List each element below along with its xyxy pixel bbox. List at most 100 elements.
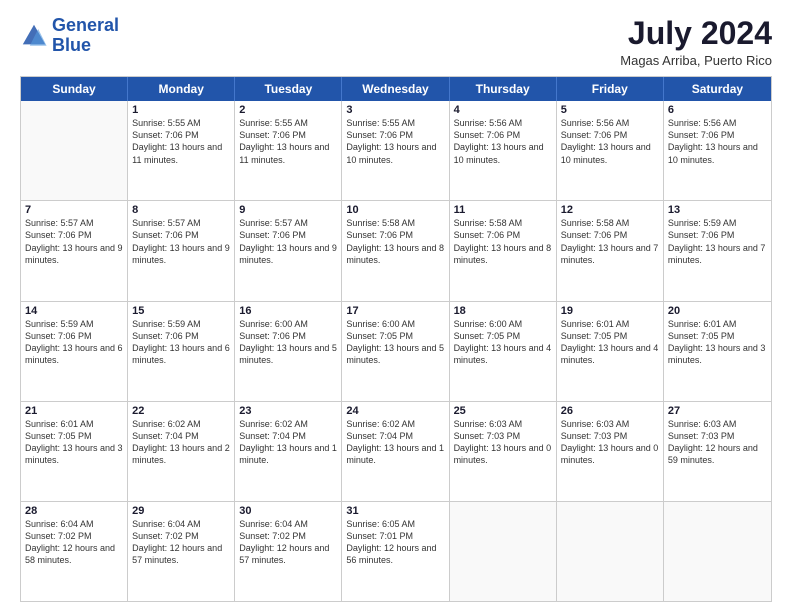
sunrise-text: Sunrise: 5:57 AM bbox=[132, 217, 230, 229]
header-day-wednesday: Wednesday bbox=[342, 77, 449, 101]
sunset-text: Sunset: 7:06 PM bbox=[132, 229, 230, 241]
sunrise-text: Sunrise: 5:55 AM bbox=[239, 117, 337, 129]
sunset-text: Sunset: 7:06 PM bbox=[561, 229, 659, 241]
sunrise-text: Sunrise: 6:01 AM bbox=[561, 318, 659, 330]
calendar-cell: 7Sunrise: 5:57 AMSunset: 7:06 PMDaylight… bbox=[21, 201, 128, 300]
logo-line1: General bbox=[52, 15, 119, 35]
sunrise-text: Sunrise: 5:57 AM bbox=[239, 217, 337, 229]
sunset-text: Sunset: 7:03 PM bbox=[561, 430, 659, 442]
logo: General Blue bbox=[20, 16, 119, 56]
sunset-text: Sunset: 7:06 PM bbox=[346, 229, 444, 241]
calendar-cell: 28Sunrise: 6:04 AMSunset: 7:02 PMDayligh… bbox=[21, 502, 128, 601]
day-number: 13 bbox=[668, 204, 767, 216]
header-day-saturday: Saturday bbox=[664, 77, 771, 101]
daylight-text: Daylight: 13 hours and 5 minutes. bbox=[239, 342, 337, 366]
sunrise-text: Sunrise: 6:02 AM bbox=[346, 418, 444, 430]
daylight-text: Daylight: 12 hours and 56 minutes. bbox=[346, 542, 444, 566]
header-day-thursday: Thursday bbox=[450, 77, 557, 101]
sunrise-text: Sunrise: 6:02 AM bbox=[239, 418, 337, 430]
calendar-cell: 6Sunrise: 5:56 AMSunset: 7:06 PMDaylight… bbox=[664, 101, 771, 200]
sunset-text: Sunset: 7:04 PM bbox=[346, 430, 444, 442]
daylight-text: Daylight: 12 hours and 59 minutes. bbox=[668, 442, 767, 466]
sunrise-text: Sunrise: 6:03 AM bbox=[454, 418, 552, 430]
day-number: 16 bbox=[239, 305, 337, 317]
daylight-text: Daylight: 13 hours and 5 minutes. bbox=[346, 342, 444, 366]
sunrise-text: Sunrise: 6:03 AM bbox=[668, 418, 767, 430]
sunset-text: Sunset: 7:06 PM bbox=[132, 330, 230, 342]
daylight-text: Daylight: 13 hours and 11 minutes. bbox=[132, 141, 230, 165]
sunset-text: Sunset: 7:02 PM bbox=[132, 530, 230, 542]
sunrise-text: Sunrise: 6:04 AM bbox=[239, 518, 337, 530]
header: General Blue July 2024 Magas Arriba, Pue… bbox=[20, 16, 772, 68]
calendar-week-1: 1Sunrise: 5:55 AMSunset: 7:06 PMDaylight… bbox=[21, 101, 771, 200]
sunset-text: Sunset: 7:04 PM bbox=[239, 430, 337, 442]
calendar-cell: 22Sunrise: 6:02 AMSunset: 7:04 PMDayligh… bbox=[128, 402, 235, 501]
daylight-text: Daylight: 13 hours and 6 minutes. bbox=[25, 342, 123, 366]
calendar-cell: 15Sunrise: 5:59 AMSunset: 7:06 PMDayligh… bbox=[128, 302, 235, 401]
sunrise-text: Sunrise: 5:55 AM bbox=[346, 117, 444, 129]
sunset-text: Sunset: 7:06 PM bbox=[668, 129, 767, 141]
day-number: 31 bbox=[346, 505, 444, 517]
daylight-text: Daylight: 12 hours and 57 minutes. bbox=[132, 542, 230, 566]
sunset-text: Sunset: 7:06 PM bbox=[239, 330, 337, 342]
day-number: 20 bbox=[668, 305, 767, 317]
sunset-text: Sunset: 7:06 PM bbox=[346, 129, 444, 141]
day-number: 4 bbox=[454, 104, 552, 116]
day-number: 1 bbox=[132, 104, 230, 116]
header-day-tuesday: Tuesday bbox=[235, 77, 342, 101]
day-number: 11 bbox=[454, 204, 552, 216]
daylight-text: Daylight: 13 hours and 10 minutes. bbox=[346, 141, 444, 165]
sunset-text: Sunset: 7:05 PM bbox=[454, 330, 552, 342]
day-number: 19 bbox=[561, 305, 659, 317]
sunset-text: Sunset: 7:06 PM bbox=[25, 330, 123, 342]
day-number: 17 bbox=[346, 305, 444, 317]
day-number: 5 bbox=[561, 104, 659, 116]
sunset-text: Sunset: 7:05 PM bbox=[346, 330, 444, 342]
day-number: 25 bbox=[454, 405, 552, 417]
header-day-monday: Monday bbox=[128, 77, 235, 101]
calendar-cell: 8Sunrise: 5:57 AMSunset: 7:06 PMDaylight… bbox=[128, 201, 235, 300]
calendar-cell: 19Sunrise: 6:01 AMSunset: 7:05 PMDayligh… bbox=[557, 302, 664, 401]
day-number: 14 bbox=[25, 305, 123, 317]
calendar-cell: 4Sunrise: 5:56 AMSunset: 7:06 PMDaylight… bbox=[450, 101, 557, 200]
calendar-cell bbox=[450, 502, 557, 601]
logo-icon bbox=[20, 22, 48, 50]
calendar-cell: 13Sunrise: 5:59 AMSunset: 7:06 PMDayligh… bbox=[664, 201, 771, 300]
calendar-cell: 21Sunrise: 6:01 AMSunset: 7:05 PMDayligh… bbox=[21, 402, 128, 501]
sunset-text: Sunset: 7:01 PM bbox=[346, 530, 444, 542]
calendar-cell bbox=[21, 101, 128, 200]
calendar-cell: 30Sunrise: 6:04 AMSunset: 7:02 PMDayligh… bbox=[235, 502, 342, 601]
calendar-cell: 24Sunrise: 6:02 AMSunset: 7:04 PMDayligh… bbox=[342, 402, 449, 501]
daylight-text: Daylight: 13 hours and 9 minutes. bbox=[132, 242, 230, 266]
sunset-text: Sunset: 7:05 PM bbox=[668, 330, 767, 342]
calendar-week-4: 21Sunrise: 6:01 AMSunset: 7:05 PMDayligh… bbox=[21, 401, 771, 501]
location: Magas Arriba, Puerto Rico bbox=[620, 53, 772, 68]
daylight-text: Daylight: 13 hours and 9 minutes. bbox=[239, 242, 337, 266]
calendar-cell: 1Sunrise: 5:55 AMSunset: 7:06 PMDaylight… bbox=[128, 101, 235, 200]
sunset-text: Sunset: 7:04 PM bbox=[132, 430, 230, 442]
day-number: 24 bbox=[346, 405, 444, 417]
day-number: 15 bbox=[132, 305, 230, 317]
daylight-text: Daylight: 13 hours and 0 minutes. bbox=[454, 442, 552, 466]
daylight-text: Daylight: 13 hours and 3 minutes. bbox=[668, 342, 767, 366]
sunrise-text: Sunrise: 5:58 AM bbox=[454, 217, 552, 229]
daylight-text: Daylight: 13 hours and 7 minutes. bbox=[561, 242, 659, 266]
sunrise-text: Sunrise: 6:05 AM bbox=[346, 518, 444, 530]
calendar-cell: 18Sunrise: 6:00 AMSunset: 7:05 PMDayligh… bbox=[450, 302, 557, 401]
sunrise-text: Sunrise: 5:56 AM bbox=[561, 117, 659, 129]
day-number: 8 bbox=[132, 204, 230, 216]
calendar: SundayMondayTuesdayWednesdayThursdayFrid… bbox=[20, 76, 772, 602]
sunset-text: Sunset: 7:06 PM bbox=[239, 129, 337, 141]
sunset-text: Sunset: 7:03 PM bbox=[668, 430, 767, 442]
daylight-text: Daylight: 12 hours and 57 minutes. bbox=[239, 542, 337, 566]
sunrise-text: Sunrise: 6:03 AM bbox=[561, 418, 659, 430]
day-number: 7 bbox=[25, 204, 123, 216]
sunrise-text: Sunrise: 6:02 AM bbox=[132, 418, 230, 430]
calendar-cell: 2Sunrise: 5:55 AMSunset: 7:06 PMDaylight… bbox=[235, 101, 342, 200]
daylight-text: Daylight: 13 hours and 6 minutes. bbox=[132, 342, 230, 366]
calendar-cell bbox=[557, 502, 664, 601]
calendar-cell: 14Sunrise: 5:59 AMSunset: 7:06 PMDayligh… bbox=[21, 302, 128, 401]
day-number: 2 bbox=[239, 104, 337, 116]
sunrise-text: Sunrise: 5:59 AM bbox=[668, 217, 767, 229]
sunset-text: Sunset: 7:06 PM bbox=[668, 229, 767, 241]
